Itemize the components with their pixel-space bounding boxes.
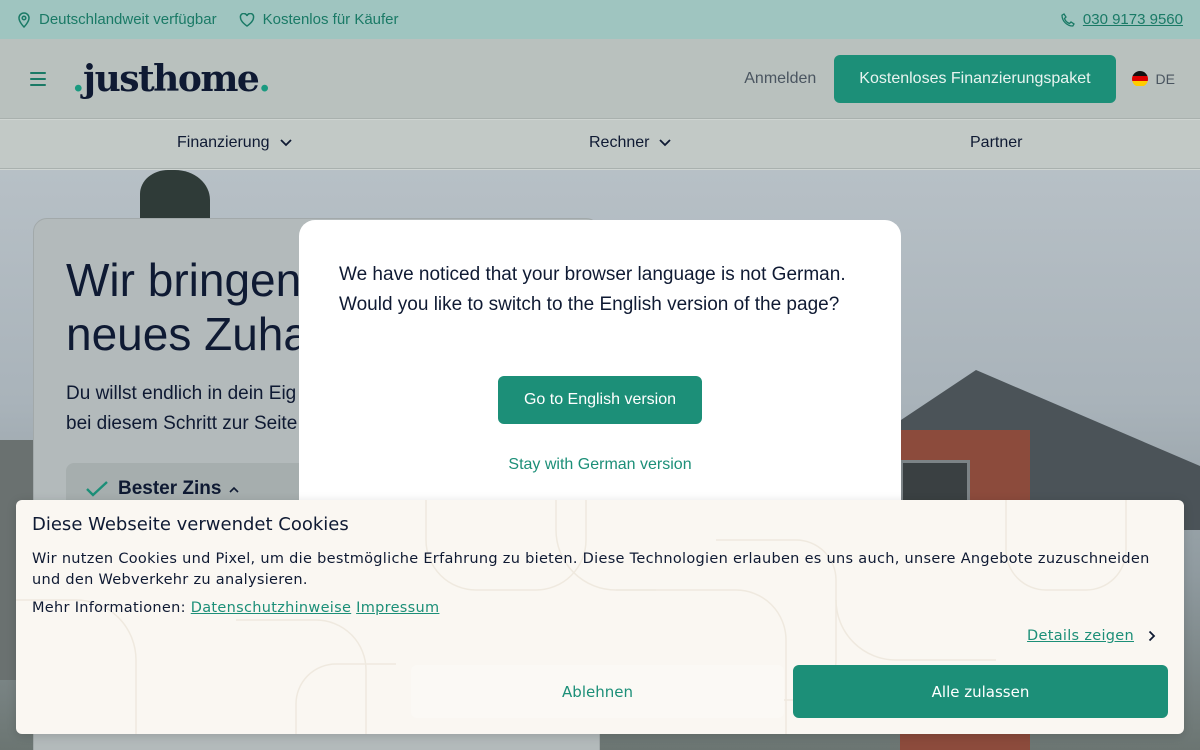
cookie-title: Diese Webseite verwendet Cookies: [32, 514, 349, 535]
nav-item-rechner[interactable]: Rechner: [589, 134, 672, 152]
imprint-link[interactable]: Impressum: [356, 600, 439, 616]
nav-label: Rechner: [589, 134, 650, 151]
stay-german-link[interactable]: Stay with German version: [299, 456, 901, 474]
details-label: Details zeigen: [1027, 628, 1134, 644]
menu-icon[interactable]: [30, 71, 46, 86]
chevron-right-icon: [1148, 630, 1156, 642]
chevron-down-icon: [279, 139, 292, 147]
german-flag-icon: [1131, 70, 1148, 87]
login-link[interactable]: Anmelden: [744, 70, 816, 88]
language-switch-dialog: We have noticed that your browser langua…: [299, 220, 901, 530]
details-toggle[interactable]: Details zeigen: [1027, 628, 1156, 644]
chevron-down-icon: [659, 139, 672, 147]
language-label: DE: [1155, 70, 1175, 87]
availability-text: Deutschlandweit verfügbar: [39, 11, 217, 28]
reject-cookies-button[interactable]: Ablehnen: [411, 665, 784, 718]
phone-link[interactable]: 030 9173 9560: [1083, 11, 1183, 28]
free-info: Kostenlos für Käufer: [239, 11, 399, 28]
checkmark-icon: [86, 481, 108, 497]
free-text: Kostenlos für Käufer: [262, 11, 399, 28]
location-pin-icon: [18, 11, 30, 28]
nav-item-finanzierung[interactable]: Finanzierung: [177, 134, 292, 152]
site-header: .justhome. Anmelden Kostenloses Finanzie…: [0, 39, 1200, 119]
language-selector[interactable]: DE: [1131, 70, 1175, 87]
logo[interactable]: .justhome.: [72, 57, 271, 100]
main-nav: Finanzierung Rechner Partner: [0, 120, 1200, 169]
more-info-label: Mehr Informationen:: [32, 600, 186, 616]
cookie-more-info: Mehr Informationen: Datenschutzhinweise …: [32, 600, 1168, 616]
nav-label: Finanzierung: [177, 134, 270, 151]
privacy-link[interactable]: Datenschutzhinweise: [191, 600, 351, 616]
cookie-banner: Diese Webseite verwendet Cookies Wir nut…: [16, 500, 1184, 734]
logo-text: justhome: [83, 57, 260, 100]
nav-item-partner[interactable]: Partner: [970, 134, 1022, 152]
cookie-description: Wir nutzen Cookies und Pixel, um die bes…: [32, 551, 1150, 588]
top-info-bar: Deutschlandweit verfügbar Kostenlos für …: [0, 0, 1200, 39]
phone-contact: 030 9173 9560: [1061, 11, 1183, 28]
phone-icon: [1061, 12, 1075, 27]
nav-label: Partner: [970, 134, 1023, 151]
availability-info: Deutschlandweit verfügbar: [17, 11, 217, 28]
best-rate-label: Bester Zins: [118, 478, 222, 499]
heart-icon: [239, 12, 254, 27]
chevron-up-icon: [229, 486, 240, 493]
financing-package-button[interactable]: Kostenloses Finanzierungspaket: [834, 54, 1116, 103]
language-dialog-message: We have noticed that your browser langua…: [339, 264, 846, 315]
accept-all-cookies-button[interactable]: Alle zulassen: [793, 665, 1168, 718]
english-version-button[interactable]: Go to English version: [498, 376, 702, 424]
